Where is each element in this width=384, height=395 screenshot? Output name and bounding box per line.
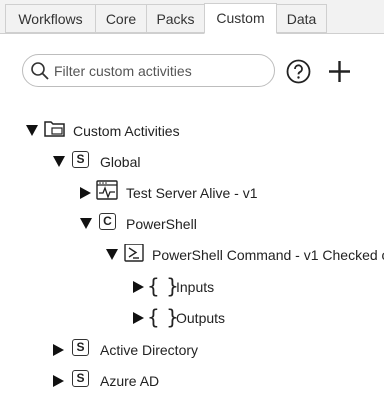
expand-arrow-icon[interactable] (53, 375, 64, 387)
tab-workflows[interactable]: Workflows (5, 4, 96, 33)
tree-node-label: Outputs (176, 310, 226, 326)
tree-node-label: Global (100, 154, 141, 170)
terminal-icon (124, 244, 144, 262)
activity-window-icon (96, 180, 118, 200)
collapse-arrow-icon[interactable] (26, 125, 38, 136)
tree-node-outputs[interactable]: { } Outputs (133, 305, 333, 331)
scope-badge-icon: S (72, 339, 89, 356)
add-icon[interactable] (327, 59, 352, 84)
tree-node-custom-activities[interactable]: Custom Activities (26, 120, 326, 144)
tree-node-azure-ad[interactable]: S Azure AD (53, 370, 353, 394)
tab-data[interactable]: Data (276, 4, 327, 33)
braces-icon: { } (147, 305, 179, 329)
help-icon[interactable] (286, 59, 311, 84)
tree-node-inputs[interactable]: { } Inputs (133, 274, 333, 300)
search-box (22, 54, 275, 87)
tree-node-powershell[interactable]: C PowerShell (80, 213, 380, 237)
expand-arrow-icon[interactable] (133, 312, 144, 324)
tab-divider (0, 33, 384, 34)
tree-node-label: Test Server Alive - v1 (126, 185, 258, 201)
tree-node-label: Custom Activities (73, 123, 180, 139)
folder-icon (44, 121, 65, 137)
tab-custom[interactable]: Custom (204, 3, 277, 34)
expand-arrow-icon[interactable] (80, 187, 91, 199)
collapse-arrow-icon[interactable] (106, 249, 118, 260)
tab-core[interactable]: Core (95, 4, 147, 33)
tree-node-test-server-alive[interactable]: Test Server Alive - v1 (80, 180, 380, 206)
collapse-arrow-icon[interactable] (80, 218, 92, 229)
tree-node-label: PowerShell Command - v1 Checked ou (152, 247, 384, 263)
tree-node-powershell-command[interactable]: PowerShell Command - v1 Checked ou (106, 244, 384, 268)
tab-bar: Workflows Core Packs Custom Data (0, 0, 384, 34)
collapse-arrow-icon[interactable] (53, 156, 65, 167)
scope-badge-icon: S (72, 370, 89, 387)
tab-packs[interactable]: Packs (146, 4, 205, 33)
tree-node-label: PowerShell (126, 216, 197, 232)
braces-icon: { } (147, 274, 179, 298)
tree-node-label: Azure AD (100, 373, 160, 389)
expand-arrow-icon[interactable] (53, 344, 64, 356)
tree-node-label: Inputs (176, 279, 215, 295)
search-input[interactable] (54, 61, 264, 81)
category-badge-icon: C (99, 213, 116, 230)
tree-node-global[interactable]: S Global (53, 151, 353, 175)
scope-badge-icon: S (72, 151, 89, 168)
tree-node-active-directory[interactable]: S Active Directory (53, 339, 353, 363)
search-icon (31, 62, 49, 80)
expand-arrow-icon[interactable] (133, 281, 144, 293)
tree-node-label: Active Directory (100, 342, 199, 358)
